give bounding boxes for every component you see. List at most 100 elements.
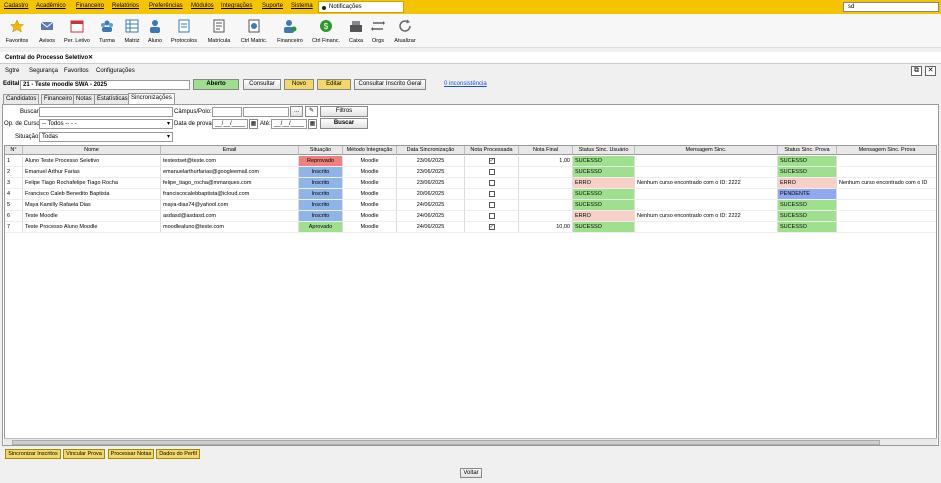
edit-pencil-icon[interactable]: ✎: [305, 106, 318, 117]
submenu-sair[interactable]: Sgtre: [5, 68, 19, 74]
control-icon: [248, 19, 260, 33]
column-header[interactable]: N°: [5, 146, 23, 155]
column-header[interactable]: Mensagem Sinc. Prova: [837, 146, 936, 155]
toolbar-aluno[interactable]: Aluno: [144, 14, 166, 48]
table-row[interactable]: 7 Teste Processo Aluno Moodle moodlealuno@…: [5, 222, 936, 233]
toolbar: Favoritos Avisos Per. Letivo Turma Matri…: [0, 14, 941, 48]
toolbar-per-letivo[interactable]: Per. Letivo: [62, 14, 92, 48]
column-header[interactable]: Mensagem Sinc.: [635, 146, 778, 155]
toolbar-matricula[interactable]: Matrícula: [204, 14, 234, 48]
toolbar-ctrl-financ[interactable]: $ Ctrl Financ.: [308, 14, 344, 48]
toolbar-turma[interactable]: Turma: [94, 14, 120, 48]
toolbar-caixa[interactable]: Caixa: [346, 14, 366, 48]
tab-notas[interactable]: Notas: [73, 94, 95, 104]
vincular-prova-button[interactable]: Vincular Prova: [63, 449, 105, 459]
menu-suporte[interactable]: Suporte: [262, 3, 283, 9]
processar-notas-button[interactable]: Processar Notas: [108, 449, 154, 459]
menu-integracoes[interactable]: Integrações: [221, 3, 252, 9]
restore-window-icon[interactable]: ⧉: [911, 66, 922, 76]
table-row[interactable]: 6 Teste Moodle asdasd@asdasd.com Inscrito Mo…: [5, 211, 936, 222]
editar-button[interactable]: Editar: [317, 79, 351, 90]
sincronizar-inscritos-button[interactable]: Sincronizar Inscritos: [5, 449, 61, 459]
table-row[interactable]: 2 Emanuel Arthur Farias emanuelarthurfaria…: [5, 167, 936, 178]
calendar-icon[interactable]: ▦: [249, 119, 258, 129]
horizontal-scrollbar[interactable]: [4, 438, 937, 445]
buscar-input[interactable]: [39, 107, 173, 117]
tab-sincronizacoes[interactable]: Sincronizações: [128, 93, 175, 104]
checkbox-unchecked[interactable]: [488, 190, 495, 197]
cell-nota-proc: ✓: [465, 222, 519, 233]
checkbox-unchecked[interactable]: [488, 212, 495, 219]
situacao-label: Situação:: [15, 134, 41, 140]
column-header[interactable]: Data Sincronização: [397, 146, 465, 155]
column-header[interactable]: Nota Final: [519, 146, 573, 155]
table-row[interactable]: 3 Felipe Tiago Rochafelipe Tiago Rocha fel…: [5, 178, 936, 189]
table-row[interactable]: 5 Maya Kamilly Rafaela Dias maya-dias74@ya…: [5, 200, 936, 211]
column-header[interactable]: Situação: [299, 146, 343, 155]
checkbox-unchecked[interactable]: [488, 179, 495, 186]
toolbar-avisos[interactable]: Avisos: [34, 14, 60, 48]
table-row[interactable]: 1 Aluno Teste Processo Seletivo testestset…: [5, 156, 936, 167]
menu-relatorios[interactable]: Relatórios: [112, 3, 139, 9]
column-header[interactable]: Email: [161, 146, 299, 155]
menu-financeiro[interactable]: Financeiro: [76, 3, 104, 9]
toolbar-orgs[interactable]: Orgs: [368, 14, 388, 48]
tab-estatisticas[interactable]: Estatísticas: [94, 94, 131, 104]
notifications-button[interactable]: Notificações: [318, 1, 404, 13]
menu-cadastro[interactable]: Cadastro: [4, 3, 28, 9]
close-window-icon[interactable]: ✕: [925, 66, 936, 76]
column-header[interactable]: Nome: [23, 146, 161, 155]
checkbox-unchecked[interactable]: [488, 168, 495, 175]
column-header[interactable]: Status Sinc. Prova: [778, 146, 837, 155]
close-tab-icon[interactable]: ✕: [88, 54, 93, 61]
toolbar-atualizar[interactable]: Atualizar: [390, 14, 420, 48]
toolbar-ctrl-matric[interactable]: Ctrl Matric.: [236, 14, 272, 48]
inconsistencia-link[interactable]: 0 inconsistência: [444, 81, 487, 87]
menu-sistema[interactable]: Sistema: [291, 3, 313, 9]
toolbar-financeiro[interactable]: Financeiro: [274, 14, 306, 48]
edital-field[interactable]: 21 - Teste moodle SWA - 2025: [20, 80, 190, 90]
toolbar-matriz[interactable]: Matriz: [120, 14, 144, 48]
calendar-icon[interactable]: ▦: [308, 119, 317, 129]
data-prova-end-input[interactable]: __/__/____: [271, 119, 307, 129]
checkbox-unchecked[interactable]: [488, 201, 495, 208]
op-curso-select[interactable]: -- Todos -- - - ▾: [39, 119, 173, 129]
cell-msg: [635, 167, 778, 178]
column-header[interactable]: Método Integração: [343, 146, 397, 155]
voltar-button[interactable]: Voltar: [460, 468, 482, 478]
column-header[interactable]: Status Sinc. Usuário: [573, 146, 635, 155]
campus-code-input[interactable]: [212, 107, 242, 117]
checkbox-checked[interactable]: ✓: [488, 157, 495, 164]
submenu-bar: Sgtre Segurança Favoritos Configurações: [0, 65, 941, 76]
cell-st-prova: SUCESSO: [778, 167, 837, 178]
toolbar-favoritos[interactable]: Favoritos: [2, 14, 32, 48]
consultar-inscrito-geral-button[interactable]: Consultar Inscrito Geral: [354, 79, 426, 90]
window-tab-title[interactable]: Central do Processo Seletivo: [5, 55, 88, 61]
tab-candidatos[interactable]: Candidatos: [3, 94, 40, 104]
buscar-label: Buscar:: [20, 109, 41, 115]
submenu-favoritos[interactable]: Favoritos: [64, 68, 89, 74]
toolbar-protocolos[interactable]: Protocolos: [168, 14, 200, 48]
cell-email: testestset@teste.com: [161, 156, 299, 167]
campus-lookup-button[interactable]: ...: [290, 106, 303, 117]
data-prova-start-input[interactable]: __/__/____: [212, 119, 248, 129]
menu-preferencias[interactable]: Preferências: [149, 3, 183, 9]
column-header[interactable]: Nota Processada: [465, 146, 519, 155]
search-input[interactable]: sd: [843, 2, 939, 12]
submenu-configuracoes[interactable]: Configurações: [96, 68, 135, 74]
buscar-button[interactable]: Buscar: [320, 118, 368, 129]
filtros-button[interactable]: Filtros: [320, 106, 368, 117]
tab-financeiro[interactable]: Financeiro: [41, 94, 76, 104]
menu-academico[interactable]: Acadêmico: [36, 3, 66, 9]
scrollbar-thumb[interactable]: [12, 440, 880, 445]
checkbox-checked[interactable]: ✓: [488, 223, 495, 230]
situacao-select[interactable]: Todas ▾: [39, 132, 173, 142]
submenu-seguranca[interactable]: Segurança: [29, 68, 58, 74]
novo-button[interactable]: Novo: [284, 79, 314, 90]
dados-do-perfil-button[interactable]: Dados do Perfil: [156, 449, 200, 459]
cell-email: felipe_tiago_rocha@mmarques.com: [161, 178, 299, 189]
campus-name-input[interactable]: [243, 107, 289, 117]
menu-modulos[interactable]: Módulos: [191, 3, 214, 9]
table-row[interactable]: 4 Francisco Caleb Benedito Baptista franci…: [5, 189, 936, 200]
consultar-button[interactable]: Consultar: [243, 79, 281, 90]
